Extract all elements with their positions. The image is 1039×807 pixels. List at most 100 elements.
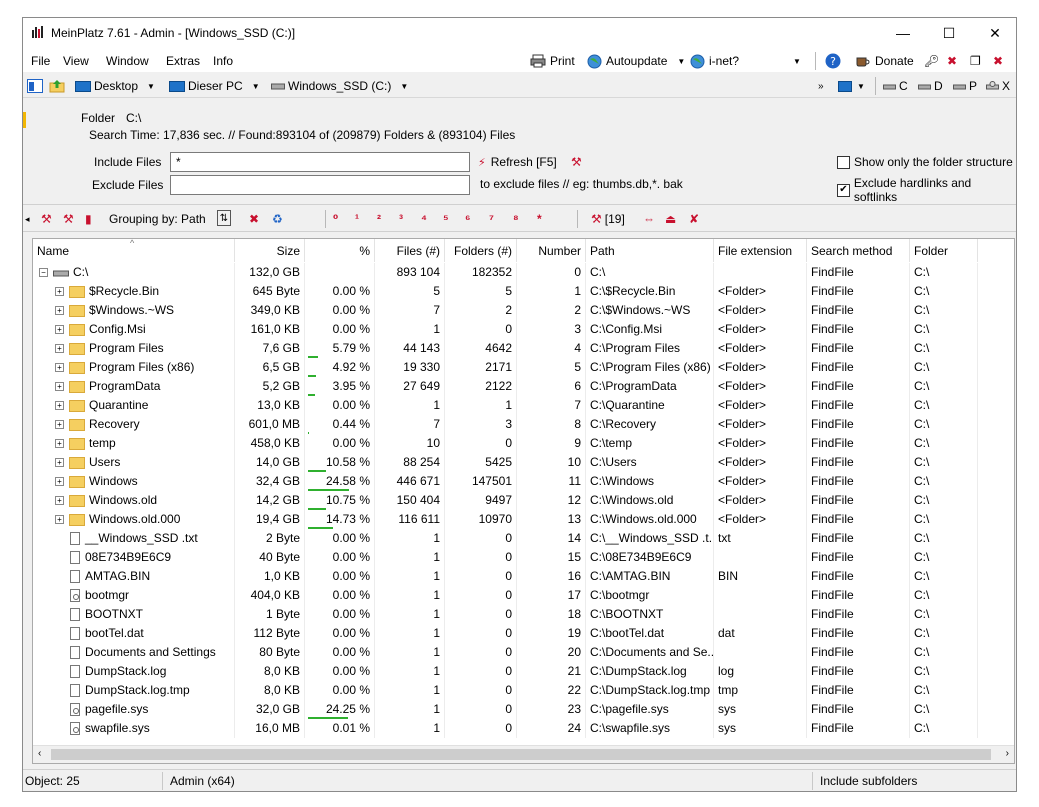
column-name[interactable]: Name ^ [33, 239, 235, 262]
scrollbar-thumb[interactable] [51, 749, 991, 760]
drive-button-p[interactable]: P [953, 77, 977, 95]
name-cell[interactable]: bootmgr [33, 586, 235, 605]
expand-icon[interactable]: + [55, 458, 64, 468]
expand-icon[interactable]: + [55, 477, 64, 487]
level-4-icon[interactable]: ⁴ [421, 210, 427, 228]
inet-button[interactable]: i-net? [690, 52, 739, 70]
donate-button[interactable]: Donate [855, 52, 914, 70]
name-cell[interactable]: + Windows.old.000 [33, 510, 235, 529]
expand-icon[interactable]: + [55, 382, 64, 392]
expand-icon[interactable]: + [55, 401, 64, 411]
column-files[interactable]: Files (#) [375, 239, 445, 262]
expand-icon[interactable]: + [55, 325, 64, 335]
table-row[interactable]: DumpStack.log.tmp 8,0 KB 0.00 % 1 0 22 C:\Dump… [33, 681, 1014, 700]
autoupdate-button[interactable]: Autoupdate ▼ [587, 52, 685, 70]
horizontal-scrollbar[interactable]: ‹ › [33, 745, 1014, 763]
name-cell[interactable]: + Program Files (x86) [33, 358, 235, 377]
level-3-icon[interactable]: ³ [399, 210, 403, 228]
table-row[interactable]: + $Windows.~WS 349,0 KB 0.00 % 7 2 2 C:\$Window… [33, 301, 1014, 320]
name-cell[interactable]: − C:\ [33, 263, 235, 282]
table-row[interactable]: pagefile.sys 32,0 GB 24.25 % 1 0 23 C:\pagefil… [33, 700, 1014, 719]
nav-desktop[interactable]: Desktop ▼ [75, 77, 155, 95]
minimize-button[interactable]: — [880, 18, 926, 48]
level-6-icon[interactable]: ⁶ [465, 210, 471, 228]
refresh-button[interactable]: ⚡︎ Refresh [F5] [478, 153, 557, 171]
panel-toggle-icon[interactable] [27, 77, 43, 95]
menu-extras[interactable]: Extras [166, 54, 200, 68]
expand-icon[interactable]: + [55, 496, 64, 506]
column-percent[interactable]: % [305, 239, 375, 262]
name-cell[interactable]: + Quarantine [33, 396, 235, 415]
delete-icon[interactable]: ✖ [249, 210, 259, 228]
menu-file[interactable]: File [31, 54, 50, 68]
group-toggle-icon[interactable]: ⇅ [217, 210, 231, 226]
table-row[interactable]: + Users 14,0 GB 10.58 % 88 254 5425 10 C:\Users… [33, 453, 1014, 472]
table-row[interactable]: + Config.Msi 161,0 KB 0.00 % 1 0 3 C:\Config.Ms… [33, 320, 1014, 339]
name-cell[interactable]: + Windows.old [33, 491, 235, 510]
name-cell[interactable]: + $Windows.~WS [33, 301, 235, 320]
menu-window[interactable]: Window [106, 54, 149, 68]
stack-icon[interactable]: ⏏︎ [665, 210, 676, 228]
table-row[interactable]: + Program Files (x86) 6,5 GB 4.92 % 19 330 21… [33, 358, 1014, 377]
filter-count-button[interactable]: ⚒︎ [19] [591, 210, 625, 228]
table-row[interactable]: + Program Files 7,6 GB 5.79 % 44 143 4642 4 C:\… [33, 339, 1014, 358]
table-row[interactable]: DumpStack.log 8,0 KB 0.00 % 1 0 21 C:\DumpStac… [33, 662, 1014, 681]
table-row[interactable]: + $Recycle.Bin 645 Byte 0.00 % 5 5 1 C:\$Recycl… [33, 282, 1014, 301]
broom-icon[interactable]: ⚒︎ [571, 153, 582, 171]
column-size[interactable]: Size [235, 239, 305, 262]
name-cell[interactable]: bootTel.dat [33, 624, 235, 643]
column-folder[interactable]: Folder [910, 239, 978, 262]
nav-drive[interactable]: Windows_SSD (C:) ▼ [271, 77, 408, 95]
overflow-icon[interactable]: » [818, 77, 824, 95]
table-row[interactable]: __Windows_SSD .txt 2 Byte 0.00 % 1 0 14 C:\__W… [33, 529, 1014, 548]
chevron-down-icon[interactable]: ▼ [793, 52, 801, 70]
name-cell[interactable]: + $Recycle.Bin [33, 282, 235, 301]
menu-info[interactable]: Info [213, 54, 233, 68]
table-row[interactable]: − C:\ 132,0 GB 893 104 182352 0 C:\ FindFile C:\ [33, 263, 1014, 282]
level-8-icon[interactable]: ⁸ [513, 210, 519, 228]
name-cell[interactable]: DumpStack.log [33, 662, 235, 681]
table-row[interactable]: + Quarantine 13,0 KB 0.00 % 1 1 7 C:\Quarantine… [33, 396, 1014, 415]
name-cell[interactable]: + Windows [33, 472, 235, 491]
name-cell[interactable]: + ProgramData [33, 377, 235, 396]
close-button[interactable]: ✕ [972, 18, 1016, 48]
expand-arrows-icon[interactable]: ⇔ [643, 210, 655, 228]
name-cell[interactable]: pagefile.sys [33, 700, 235, 719]
name-cell[interactable]: + Config.Msi [33, 320, 235, 339]
table-row[interactable]: + Windows.old 14,2 GB 10.75 % 150 404 9497 12 C… [33, 491, 1014, 510]
level-1-icon[interactable]: ¹ [355, 210, 359, 228]
table-row[interactable]: + Windows 32,4 GB 24.58 % 446 671 147501 11 C:\… [33, 472, 1014, 491]
column-number[interactable]: Number [517, 239, 586, 262]
expand-icon[interactable]: + [55, 439, 64, 449]
menu-view[interactable]: View [63, 54, 89, 68]
table-row[interactable]: bootTel.dat 112 Byte 0.00 % 1 0 19 C:\bootTel.… [33, 624, 1014, 643]
table-row[interactable]: + ProgramData 5,2 GB 3.95 % 27 649 2122 6 C:\Pr… [33, 377, 1014, 396]
level-7-icon[interactable]: ⁷ [489, 210, 494, 228]
name-cell[interactable]: DumpStack.log.tmp [33, 681, 235, 700]
recycle-icon[interactable]: ♻︎ [272, 210, 283, 228]
chevron-left-icon[interactable]: ◂ [25, 210, 30, 228]
name-cell[interactable]: Documents and Settings [33, 643, 235, 662]
table-row[interactable]: + temp 458,0 KB 0.00 % 10 0 9 C:\temp <Folder> Fi… [33, 434, 1014, 453]
table-row[interactable]: AMTAG.BIN 1,0 KB 0.00 % 1 0 16 C:\AMTAG.BIN BIN… [33, 567, 1014, 586]
column-extension[interactable]: File extension [714, 239, 807, 262]
grouping-label[interactable]: Grouping by: Path [109, 210, 206, 228]
level-5-icon[interactable]: ⁵ [443, 210, 449, 228]
table-row[interactable]: Documents and Settings 80 Byte 0.00 % 1 0 20 C… [33, 643, 1014, 662]
level-2-icon[interactable]: ² [377, 210, 381, 228]
include-files-input[interactable] [170, 152, 470, 172]
exclude-hardlinks-checkbox[interactable]: ✔ Exclude hardlinks and softlinks [837, 176, 1015, 204]
folder-structure-checkbox[interactable]: Show only the folder structure [837, 155, 1013, 169]
name-cell[interactable]: 08E734B9E6C9 [33, 548, 235, 567]
name-cell[interactable]: + temp [33, 434, 235, 453]
folder-up-icon[interactable] [49, 77, 65, 95]
expand-icon[interactable]: + [55, 306, 64, 316]
name-cell[interactable]: + Recovery [33, 415, 235, 434]
expand-icon[interactable]: + [55, 420, 64, 430]
name-cell[interactable]: + Program Files [33, 339, 235, 358]
table-row[interactable]: 08E734B9E6C9 40 Byte 0.00 % 1 0 15 C:\08E734B9… [33, 548, 1014, 567]
drive-button-x[interactable]: X [986, 77, 1010, 95]
expand-icon[interactable]: + [55, 363, 64, 373]
level-0-icon[interactable]: ⁰ [333, 210, 338, 228]
name-cell[interactable]: + Users [33, 453, 235, 472]
